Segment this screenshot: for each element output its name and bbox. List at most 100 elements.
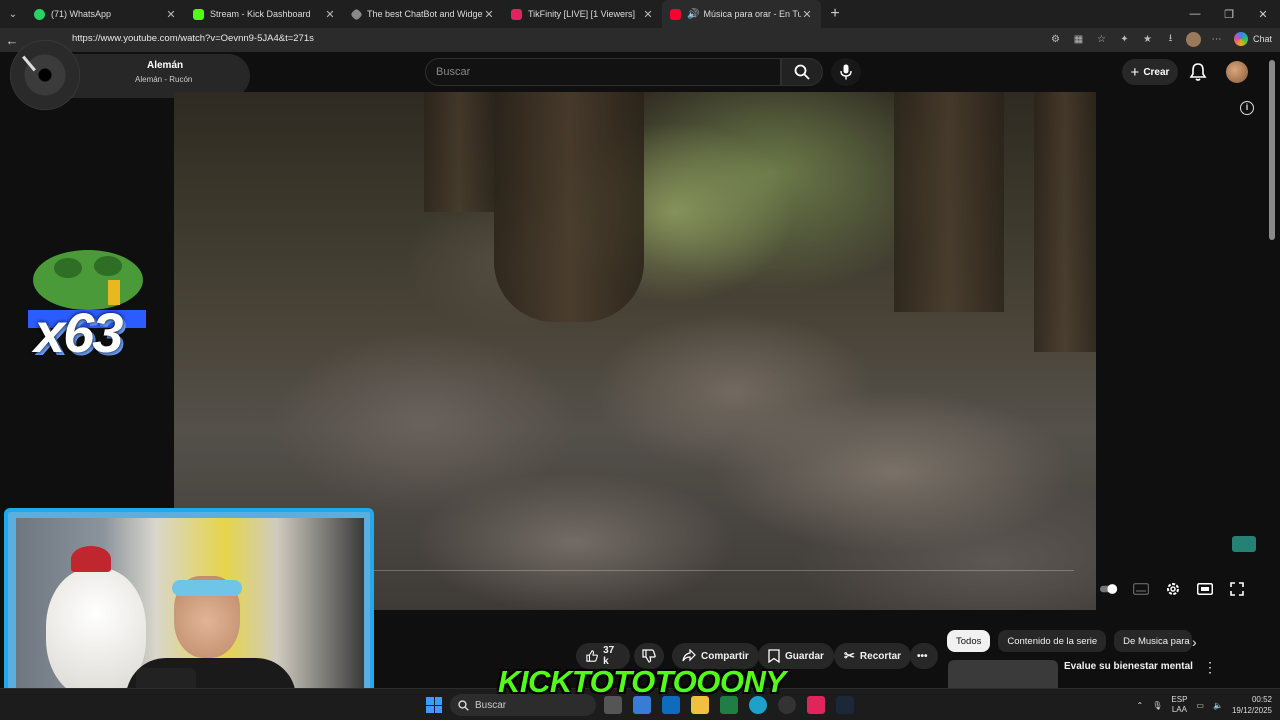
copilot-chat-button[interactable]: Chat <box>1233 32 1272 46</box>
mic-tray-icon[interactable]: 🎙 <box>1152 701 1162 710</box>
chip-series[interactable]: Contenido de la serie <box>998 630 1107 652</box>
app-available-icon[interactable]: ▦ <box>1071 32 1086 47</box>
tab-title: Stream - Kick Dashboard <box>210 9 311 19</box>
close-window-icon[interactable]: ✕ <box>1246 0 1280 28</box>
extensions-icon[interactable]: ✦ <box>1117 32 1132 47</box>
search-input[interactable]: Buscar <box>425 58 781 86</box>
steam-icon[interactable] <box>836 696 854 714</box>
now-playing-title: Alemán <box>147 60 184 71</box>
tab-chatbot[interactable]: The best ChatBot and Widgets for ✕ <box>344 0 503 28</box>
share-arrow-icon <box>682 649 696 662</box>
close-tab-icon[interactable]: ✕ <box>483 8 495 21</box>
show-hidden-icons-icon[interactable]: ⌃ <box>1137 701 1144 710</box>
copilot-label: Chat <box>1252 34 1272 44</box>
url-field[interactable]: https://www.youtube.com/watch?v=Oevnn9-5… <box>72 33 314 44</box>
theater-mode-icon[interactable] <box>1196 580 1214 598</box>
clock[interactable]: 00:52 19/12/2025 <box>1232 694 1272 716</box>
tiktok-icon[interactable] <box>807 696 825 714</box>
tikfinity-icon <box>511 8 522 20</box>
streamer-name-overlay: KICKTOTOTOOONY <box>498 664 786 699</box>
chevron-right-icon[interactable]: › <box>1192 634 1197 650</box>
more-options-icon[interactable]: ⋯ <box>1209 32 1224 47</box>
kick-watermark-icon <box>1232 536 1256 552</box>
recommendation-title[interactable]: Evalue su bienestar mental <box>1064 661 1193 672</box>
restore-icon[interactable]: ❐ <box>1212 0 1246 28</box>
windows-start-icon[interactable] <box>426 697 442 713</box>
autoplay-toggle-icon[interactable] <box>1100 580 1118 598</box>
more-actions-button[interactable]: ••• <box>910 643 938 669</box>
fullscreen-icon[interactable] <box>1228 580 1246 598</box>
webcam-feed <box>16 518 364 708</box>
tab-title: Música para orar - En Tu presencia <box>703 9 801 19</box>
network-icon[interactable]: ▭ <box>1196 701 1204 710</box>
downloads-icon[interactable]: ⭳ <box>1163 32 1178 47</box>
notifications-bell-icon[interactable] <box>1188 62 1208 82</box>
page-scrollbar[interactable] <box>1269 60 1275 240</box>
video-progress-bar[interactable] <box>374 570 1074 571</box>
share-label: Compartir <box>701 650 749 662</box>
search-icon <box>458 699 469 711</box>
subtitles-icon[interactable] <box>1132 580 1150 598</box>
close-tab-icon[interactable]: ✕ <box>324 8 336 21</box>
translate-icon[interactable]: ⚙ <box>1048 32 1063 47</box>
new-tab-icon[interactable]: + <box>821 5 849 23</box>
tab-title: The best ChatBot and Widgets for <box>367 9 483 19</box>
close-tab-icon[interactable]: ✕ <box>642 8 654 21</box>
tree-trunk <box>424 92 494 212</box>
voice-search-button[interactable] <box>831 58 861 86</box>
chip-all[interactable]: Todos <box>947 630 991 652</box>
thumbs-up-icon <box>586 650 598 662</box>
kick-icon <box>193 8 204 20</box>
save-label: Guardar <box>785 650 824 662</box>
language-indicator[interactable]: ESP LAA <box>1171 695 1187 715</box>
tree-trunk <box>894 92 1004 312</box>
chatbot-icon <box>350 7 363 21</box>
tab-whatsapp[interactable]: (71) WhatsApp ✕ <box>26 0 185 28</box>
recommendation-thumbnail[interactable] <box>948 660 1058 688</box>
create-button[interactable]: + Crear <box>1122 59 1178 85</box>
streamer-headband <box>172 580 242 596</box>
thumbs-down-icon <box>642 649 656 663</box>
youtube-icon <box>670 8 681 20</box>
address-bar: ← https://www.youtube.com/watch?v=Oevnn9… <box>0 28 1280 52</box>
more-vertical-icon[interactable]: ⋮ <box>1203 659 1217 676</box>
clip-label: Recortar <box>859 650 902 662</box>
now-playing-artist: Alemán - Rucón <box>135 75 193 84</box>
lang-top: ESP <box>1171 695 1188 704</box>
address-bar-icons: ⚙ ▦ ☆ ✦ ★ ⭳ ⋯ <box>1048 32 1224 47</box>
create-label: Crear <box>1143 66 1170 78</box>
santa-hat <box>71 546 111 572</box>
favorites-icon[interactable]: ★ <box>1140 32 1155 47</box>
back-arrow-icon[interactable]: ← <box>0 33 24 48</box>
clock-date: 19/12/2025 <box>1231 706 1272 715</box>
bookmark-icon <box>768 649 780 663</box>
tab-youtube[interactable]: 🔊 Música para orar - En Tu presencia ✕ <box>662 0 821 28</box>
search-button[interactable] <box>781 58 823 86</box>
favorite-star-icon[interactable]: ☆ <box>1094 32 1109 47</box>
profile-icon[interactable] <box>1186 32 1201 47</box>
microphone-icon <box>840 64 852 80</box>
webcam-overlay <box>4 508 374 718</box>
close-tab-icon[interactable]: ✕ <box>165 8 177 21</box>
tab-tikfinity[interactable]: TikFinity [LIVE] [1 Viewers] ✕ <box>503 0 662 28</box>
chip-channel[interactable]: De Musica para <box>1114 630 1193 652</box>
audio-playing-icon[interactable]: 🔊 <box>687 9 699 20</box>
close-tab-icon[interactable]: ✕ <box>801 8 813 21</box>
settings-gear-icon[interactable] <box>1164 580 1182 598</box>
player-controls <box>1100 580 1246 598</box>
clock-time: 00:52 <box>1251 695 1272 704</box>
more-horizontal-icon: ••• <box>917 650 928 662</box>
minimize-icon[interactable]: — <box>1178 0 1212 28</box>
taskbar-search-label: Buscar <box>475 699 507 711</box>
account-avatar[interactable] <box>1226 61 1248 83</box>
clip-button[interactable]: ✂ Recortar <box>834 643 912 669</box>
tab-kick-dashboard[interactable]: Stream - Kick Dashboard ✕ <box>185 0 344 28</box>
lang-bottom: LAA <box>1171 705 1187 714</box>
whatsapp-icon <box>34 8 45 20</box>
system-tray: ⌃ 🎙 ESP LAA ▭ 🔈 00:52 19/12/2025 <box>1137 689 1272 720</box>
info-icon[interactable]: i <box>1240 101 1254 115</box>
tab-actions-menu-icon[interactable]: ⌄ <box>0 0 26 28</box>
volume-icon[interactable]: 🔈 <box>1213 701 1223 710</box>
browser-tab-bar: ⌄ (71) WhatsApp ✕ Stream - Kick Dashboar… <box>0 0 1280 28</box>
copilot-icon <box>1233 32 1248 46</box>
